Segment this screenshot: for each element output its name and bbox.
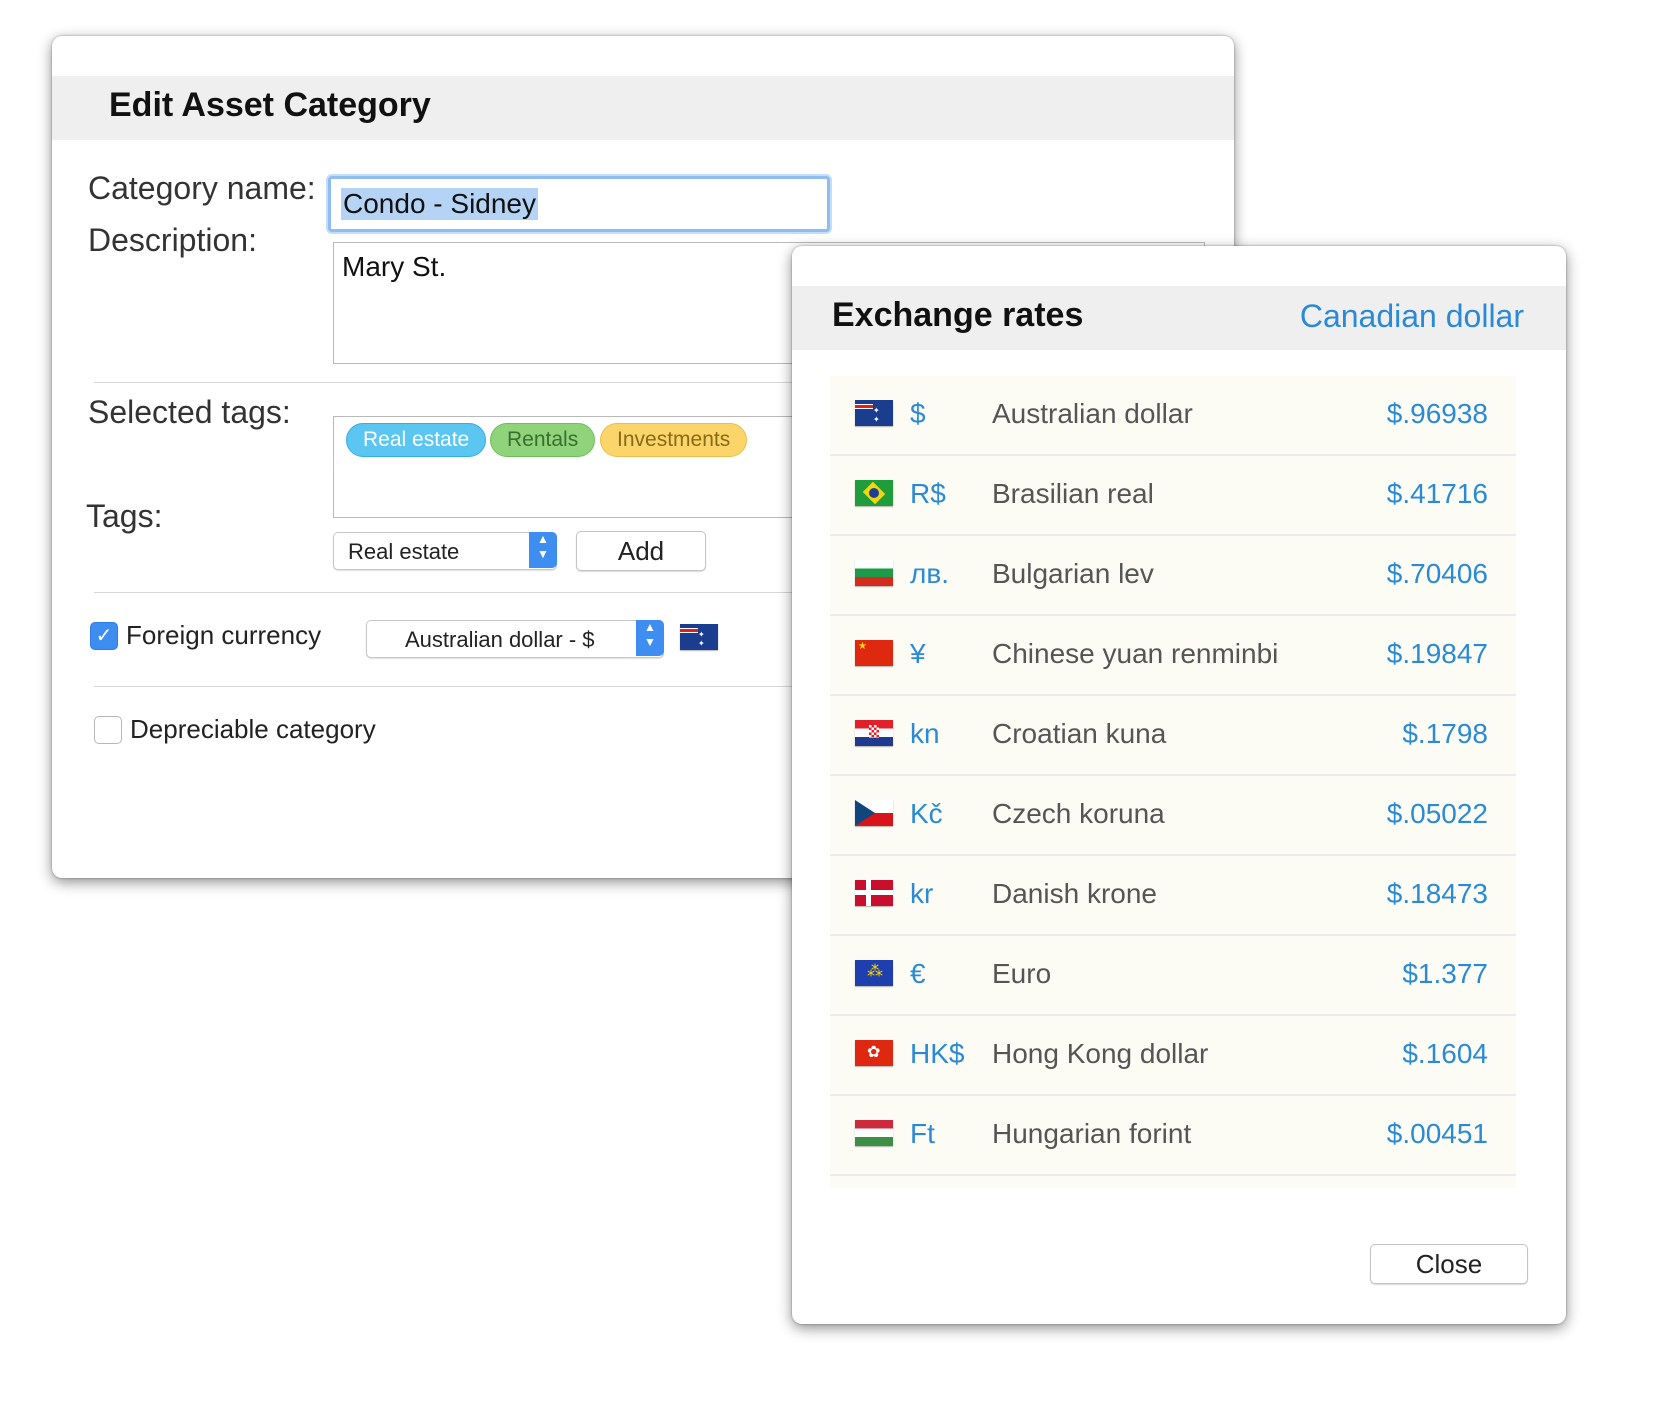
category-name-input[interactable]: Condo - Sidney	[328, 176, 830, 232]
brazil-flag-icon	[855, 480, 893, 506]
currency-symbol: Kč	[910, 798, 943, 829]
currency-rate: $.18473	[1386, 878, 1488, 909]
currency-symbol: ¥	[910, 638, 926, 669]
rate-row[interactable]: HK$ Hong Kong dollar $.1604	[830, 1016, 1516, 1096]
currency-symbol: HK$	[910, 1038, 965, 1069]
rate-row[interactable]: kr Danish krone $.18473	[830, 856, 1516, 936]
currency-name: Danish krone	[992, 878, 1157, 909]
eu-flag-icon	[855, 960, 893, 986]
currency-name: Chinese yuan renminbi	[992, 638, 1279, 669]
currency-name: Australian dollar	[992, 398, 1193, 429]
selected-tags-label: Selected tags:	[88, 394, 291, 430]
currency-select-value: Australian dollar - $	[405, 627, 595, 652]
bulgaria-flag-icon	[855, 560, 893, 586]
rate-row[interactable]: kn Croatian kuna $.1798	[830, 696, 1516, 776]
currency-name: Bulgarian lev	[992, 558, 1154, 589]
currency-name: Czech koruna	[992, 798, 1165, 829]
rates-list[interactable]: $ Australian dollar $.96938 R$ Brasilian…	[830, 376, 1516, 1188]
base-currency-link[interactable]: Canadian dollar	[1300, 298, 1524, 335]
foreign-currency-checkbox[interactable]: ✓	[90, 622, 118, 650]
currency-symbol: лв.	[910, 558, 949, 589]
rate-row[interactable]: Ft Hungarian forint $.00451	[830, 1096, 1516, 1176]
currency-name: Croatian kuna	[992, 718, 1167, 749]
rate-row[interactable]: R$ Brasilian real $.41716	[830, 456, 1516, 536]
dialog-title: Edit Asset Category	[109, 86, 431, 124]
tags-select[interactable]: Real estate ▲ ▼	[333, 532, 557, 570]
australia-flag-icon	[855, 400, 893, 426]
australia-flag-icon	[680, 624, 718, 650]
currency-symbol: kr	[910, 878, 934, 909]
category-name-label: Category name:	[88, 170, 316, 206]
add-button[interactable]: Add	[576, 531, 706, 571]
description-label: Description:	[88, 222, 257, 258]
tag-rentals[interactable]: Rentals	[490, 423, 596, 457]
currency-select[interactable]: Australian dollar - $ ▲ ▼	[366, 620, 664, 658]
hungary-flag-icon	[855, 1120, 893, 1146]
rate-row[interactable]: ¥ Chinese yuan renminbi $.19847	[830, 616, 1516, 696]
close-button[interactable]: Close	[1370, 1244, 1528, 1284]
currency-name: Euro	[992, 958, 1052, 989]
rate-row[interactable]: $ Australian dollar $.96938	[830, 376, 1516, 456]
exchange-rates-dialog: Exchange rates Canadian dollar $ Austral…	[792, 246, 1566, 1324]
currency-name: Brasilian real	[992, 478, 1154, 509]
currency-symbol: €	[910, 958, 926, 989]
rate-row[interactable]: лв. Bulgarian lev $.70406	[830, 536, 1516, 616]
denmark-flag-icon	[855, 880, 893, 906]
currency-symbol: R$	[910, 478, 946, 509]
tags-select-value: Real estate	[348, 539, 460, 564]
select-arrows-icon: ▲ ▼	[636, 620, 664, 656]
tag-real-estate[interactable]: Real estate	[346, 423, 487, 457]
currency-symbol: kn	[910, 718, 940, 749]
depreciable-label: Depreciable category	[130, 714, 376, 744]
rate-row[interactable]: € Euro $1.377	[830, 936, 1516, 1016]
category-name-value: Condo - Sidney	[341, 188, 539, 220]
china-flag-icon	[855, 640, 893, 666]
currency-symbol: Ft	[910, 1118, 935, 1149]
rate-row[interactable]: Kč Czech koruna $.05022	[830, 776, 1516, 856]
currency-rate: $.1604	[1402, 1038, 1488, 1069]
currency-name: Hong Kong dollar	[992, 1038, 1209, 1069]
hongkong-flag-icon	[855, 1040, 893, 1066]
foreign-currency-label: Foreign currency	[126, 620, 322, 650]
dialog-title: Exchange rates	[832, 296, 1084, 334]
currency-symbol: $	[910, 398, 926, 429]
tag-investments[interactable]: Investments	[600, 423, 748, 457]
currency-rate: $1.377	[1402, 958, 1488, 989]
currency-rate: $.19847	[1386, 638, 1488, 669]
select-arrows-icon: ▲ ▼	[529, 532, 557, 568]
currency-rate: $.96938	[1386, 398, 1488, 429]
currency-rate: $.41716	[1386, 478, 1488, 509]
currency-rate: $.70406	[1386, 558, 1488, 589]
croatia-flag-icon	[855, 720, 893, 746]
currency-rate: $.05022	[1386, 798, 1488, 829]
depreciable-checkbox[interactable]	[94, 716, 122, 744]
currency-rate: $.00451	[1386, 1118, 1488, 1149]
tags-label: Tags:	[86, 498, 163, 534]
currency-name: Hungarian forint	[992, 1118, 1192, 1149]
czech-flag-icon	[855, 800, 893, 826]
description-value: Mary St.	[342, 251, 447, 282]
currency-rate: $.1798	[1402, 718, 1488, 749]
